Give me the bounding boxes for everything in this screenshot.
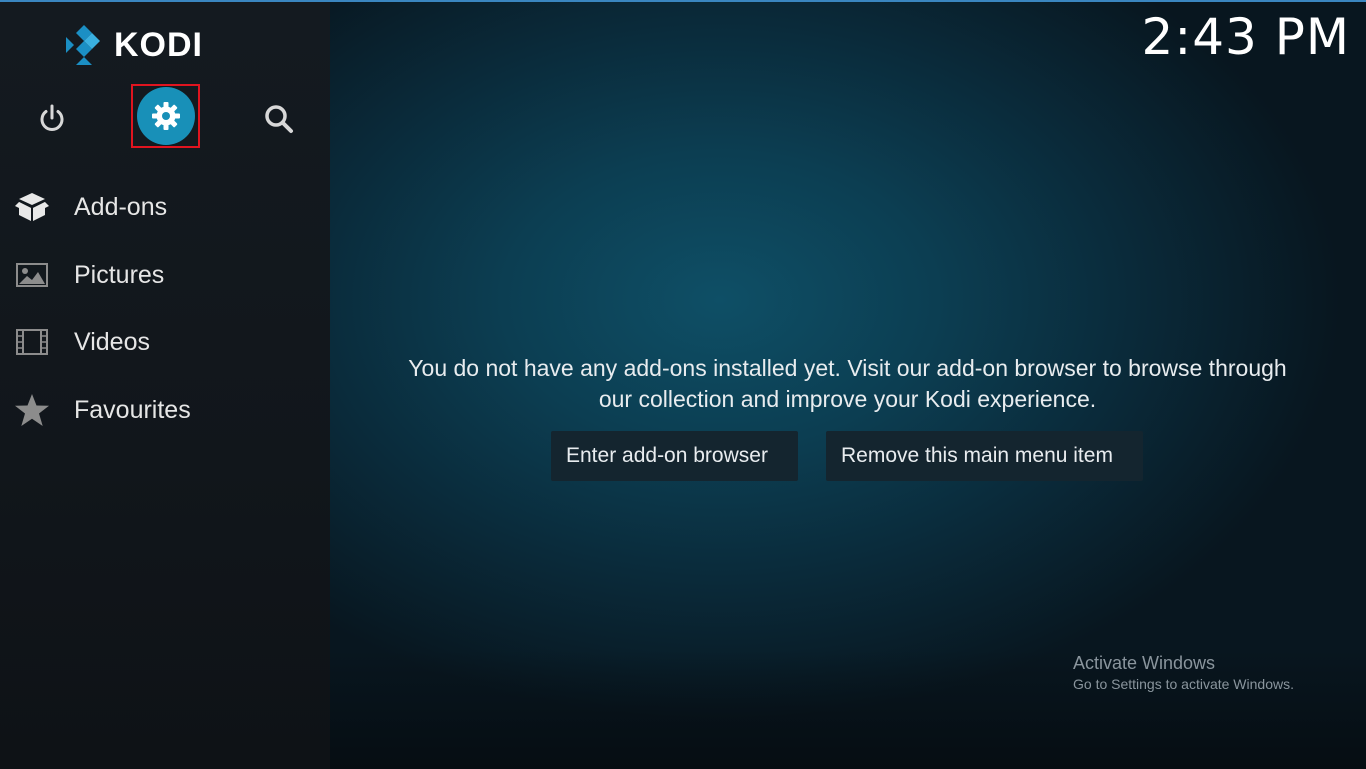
action-buttons: Enter add-on browser Remove this main me…	[551, 431, 1143, 481]
kodi-window: KODI Add-ons Pictures Videos Favourites …	[0, 0, 1366, 769]
enter-addon-browser-button[interactable]: Enter add-on browser	[551, 431, 798, 481]
sidebar-item-videos[interactable]: Videos	[0, 309, 330, 375]
sidebar: KODI Add-ons Pictures Videos Favourites	[0, 2, 330, 769]
addons-box-icon	[14, 189, 50, 225]
watermark-title: Activate Windows	[1073, 653, 1216, 673]
sidebar-item-label: Videos	[74, 327, 150, 356]
kodi-logo-text: KODI	[114, 25, 203, 64]
sidebar-item-favourites[interactable]: Favourites	[0, 377, 330, 443]
kodi-logo[interactable]: KODI	[62, 24, 203, 66]
empty-addons-message: You do not have any add-ons installed ye…	[360, 353, 1335, 415]
search-icon	[265, 105, 293, 133]
message-line-1: You do not have any add-ons installed ye…	[408, 355, 1287, 381]
sidebar-item-label: Pictures	[74, 260, 165, 289]
remove-menu-item-button[interactable]: Remove this main menu item	[826, 431, 1143, 481]
activate-windows-watermark: Activate Windows Go to Settings to activ…	[1073, 652, 1294, 694]
power-icon	[40, 104, 64, 131]
power-button[interactable]	[30, 96, 74, 140]
sidebar-item-pictures[interactable]: Pictures	[0, 242, 330, 308]
pictures-icon	[14, 257, 50, 293]
settings-button[interactable]	[131, 84, 200, 148]
clock: 2:43 PM	[1141, 8, 1350, 66]
watermark-subtitle: Go to Settings to activate Windows.	[1073, 676, 1294, 692]
message-line-2: our collection and improve your Kodi exp…	[598, 386, 1097, 412]
film-strip-icon	[14, 324, 50, 360]
kodi-logo-icon	[66, 25, 100, 65]
sidebar-item-label: Add-ons	[74, 192, 168, 221]
sidebar-item-addons[interactable]: Add-ons	[0, 174, 330, 240]
star-icon	[14, 392, 50, 428]
sidebar-item-label: Favourites	[74, 395, 191, 424]
search-button[interactable]	[256, 96, 302, 142]
selection-highlight	[131, 84, 200, 148]
